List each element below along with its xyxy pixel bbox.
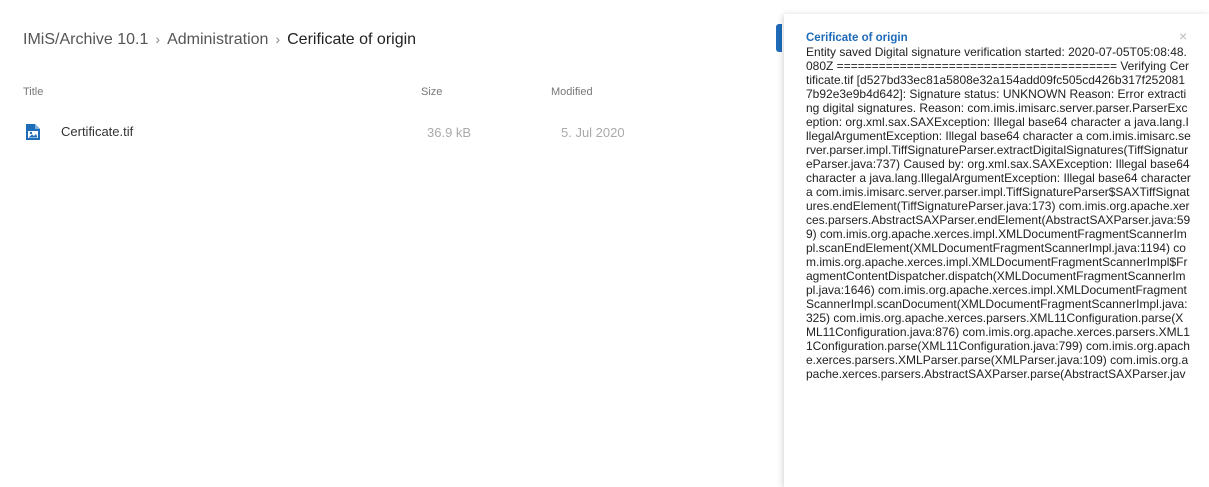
column-header-title[interactable]: Title bbox=[23, 86, 43, 98]
breadcrumb-item-archive[interactable]: IMiS/Archive 10.1 bbox=[23, 31, 148, 48]
file-title[interactable]: Certificate.tif bbox=[61, 124, 133, 139]
file-size: 36.9 kB bbox=[427, 125, 472, 140]
notification-message: Entity saved Digital signature verificat… bbox=[806, 45, 1191, 381]
table-row[interactable]: Certificate.tif 36.9 kB 5. Jul 2020 bbox=[0, 112, 760, 148]
notification-panel: Cerificate of origin × Entity saved Digi… bbox=[784, 14, 1209, 487]
breadcrumb-item-administration[interactable]: Administration bbox=[167, 31, 268, 48]
breadcrumb-separator: › bbox=[155, 31, 161, 47]
notification-title: Cerificate of origin bbox=[806, 32, 908, 44]
notification-accent bbox=[776, 24, 782, 52]
breadcrumb-separator: › bbox=[275, 31, 281, 47]
page-title: Cerificate of origin bbox=[287, 31, 417, 48]
breadcrumb: IMiS/Archive 10.1 › Administration › Cerific… bbox=[23, 31, 416, 49]
image-file-icon bbox=[24, 123, 42, 141]
close-icon[interactable]: × bbox=[1179, 28, 1187, 44]
column-header-modified[interactable]: Modified bbox=[551, 86, 593, 98]
column-header-size[interactable]: Size bbox=[421, 86, 442, 98]
file-modified: 5. Jul 2020 bbox=[561, 125, 625, 140]
